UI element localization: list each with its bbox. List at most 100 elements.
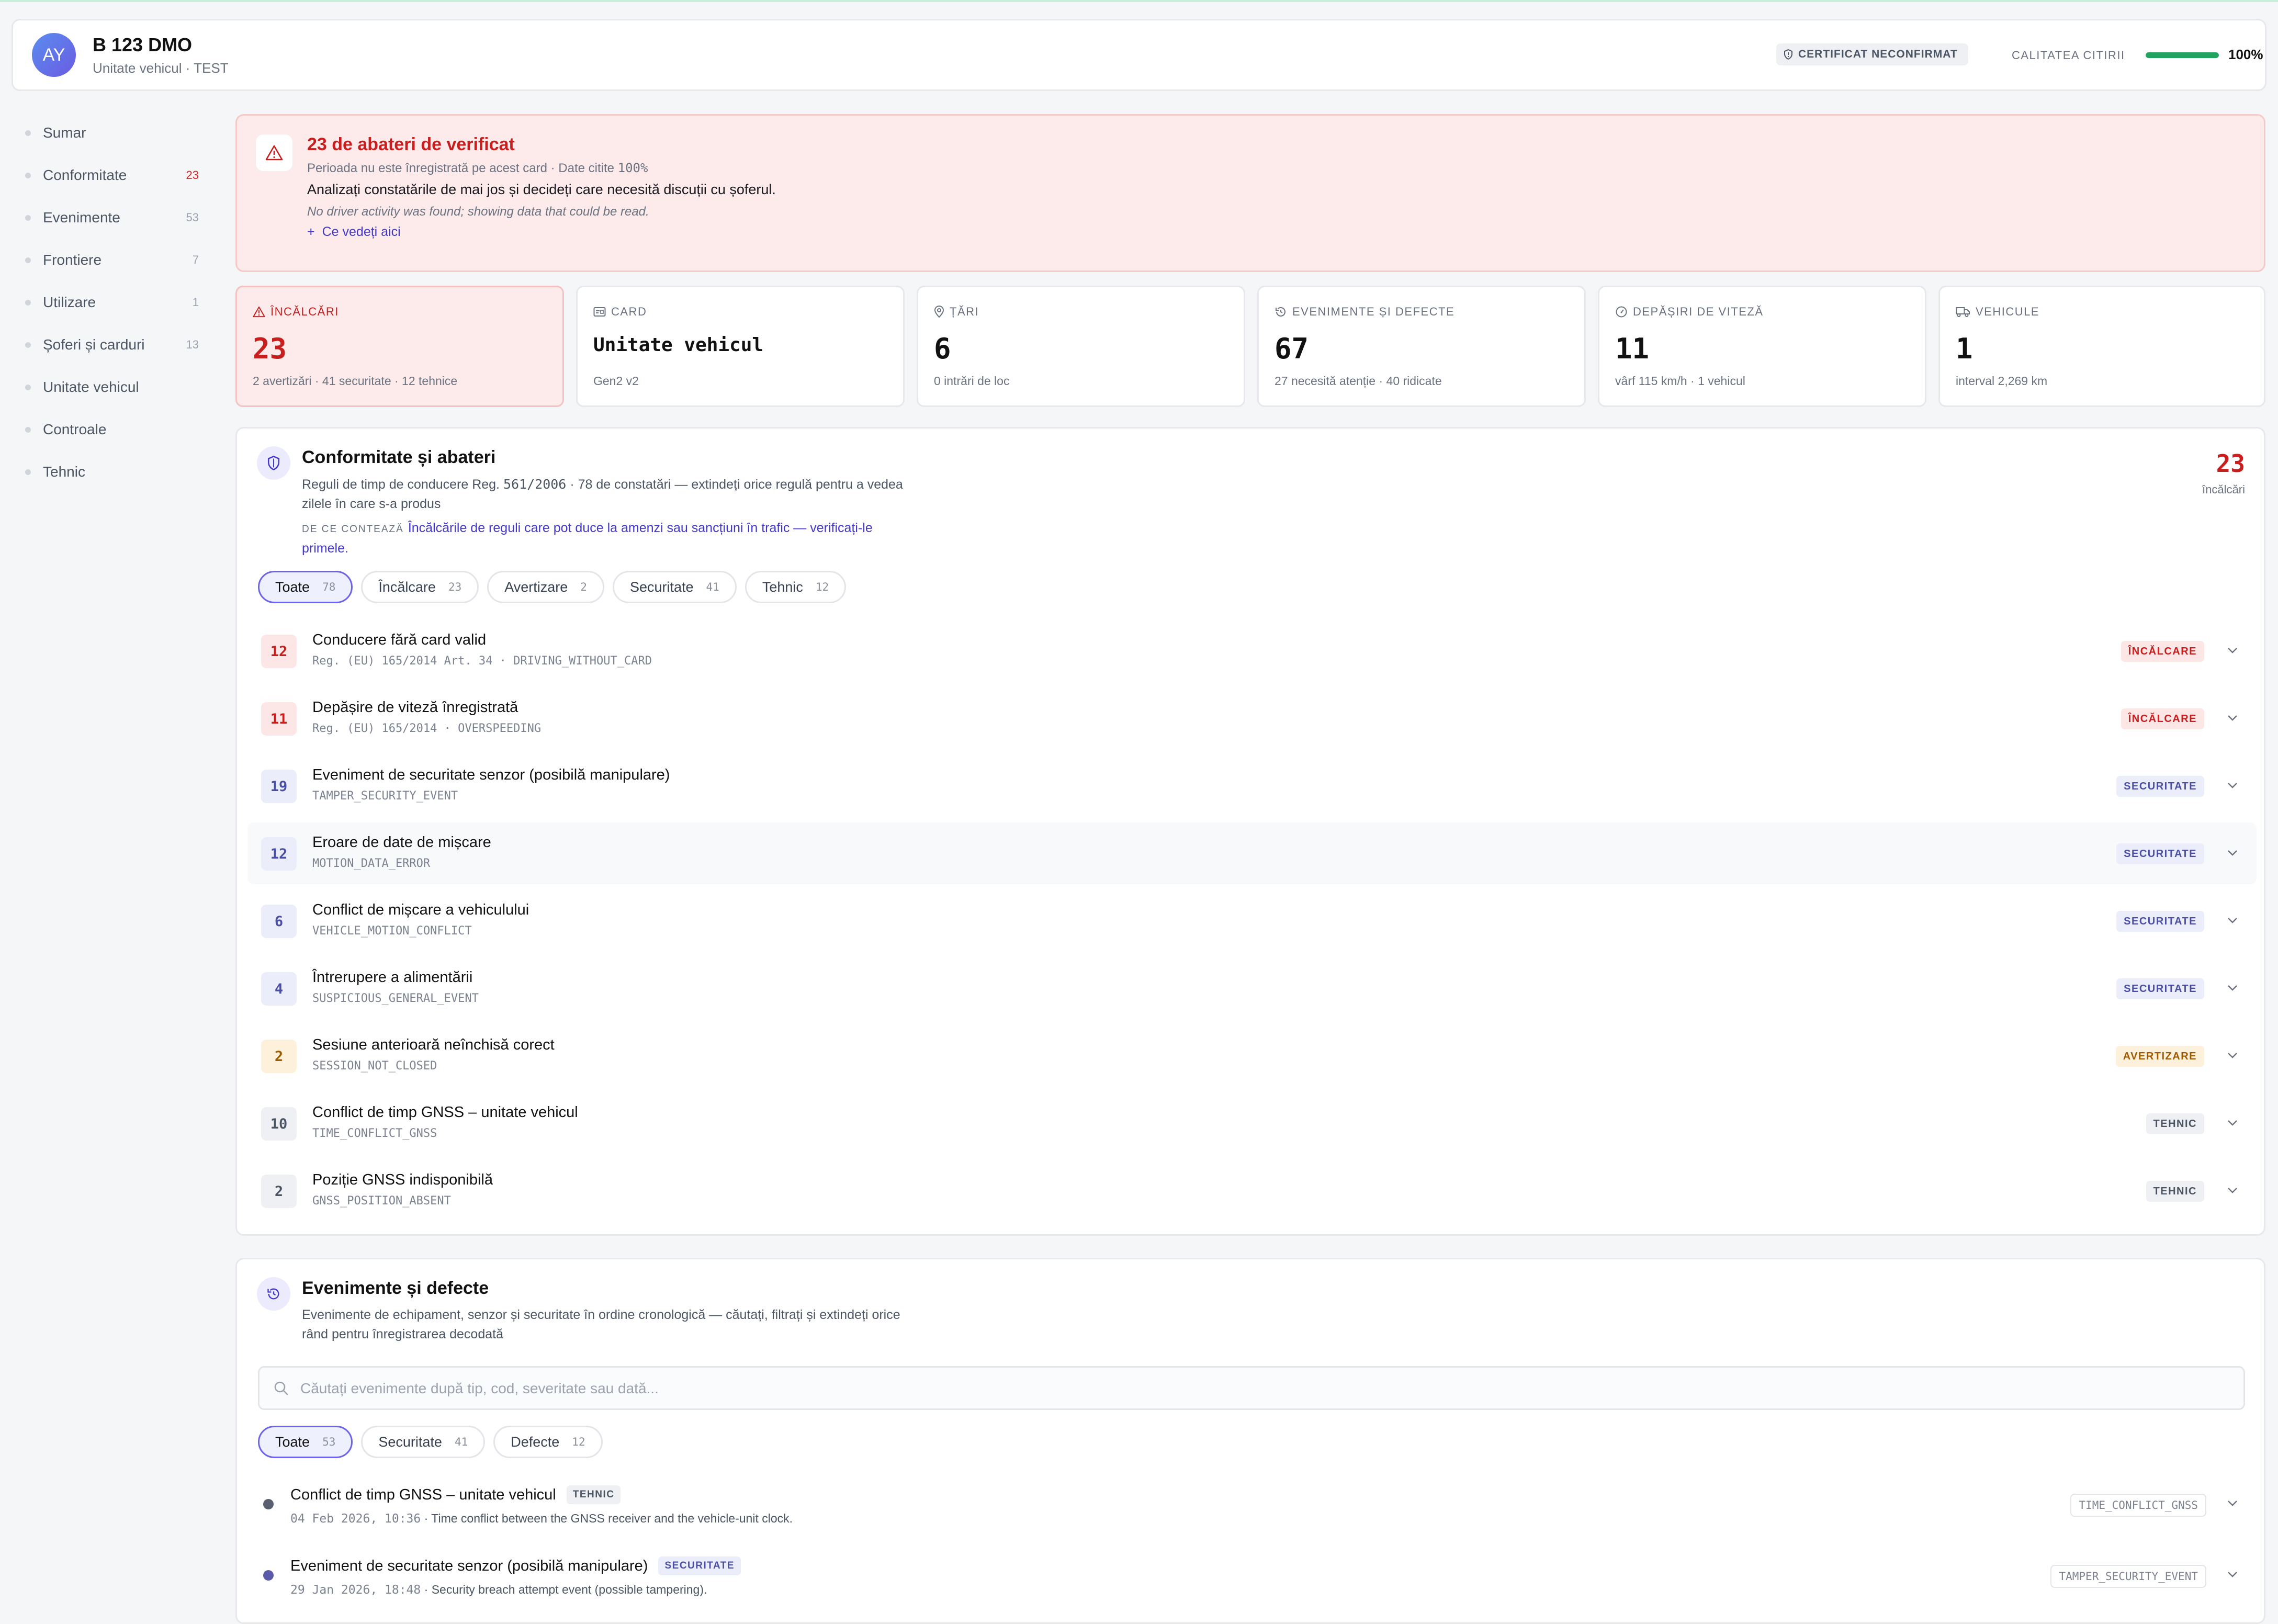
rule-row[interactable]: 12 Conducere fără card valid Reg. (EU) 1…	[247, 620, 2257, 682]
rule-count: 10	[261, 1107, 297, 1141]
truck-icon	[1956, 307, 1970, 317]
filter-tehnic[interactable]: Tehnic 12	[745, 571, 847, 603]
filter-toate[interactable]: Toate 78	[258, 571, 353, 603]
sidebar-item-label: Utilizare	[43, 294, 96, 310]
rule-row[interactable]: 10 Conflict de timp GNSS – unitate vehic…	[247, 1092, 2257, 1154]
stat-label-text: Depășiri de viteză	[1633, 305, 1764, 318]
sidebar-item-sumar[interactable]: Sumar	[13, 114, 211, 152]
page-subtitle: Unitate vehicul · TEST	[93, 60, 229, 76]
chevron-down-icon[interactable]	[2224, 1568, 2241, 1581]
alert-read-percent: 100%	[617, 161, 648, 175]
chevron-down-icon[interactable]	[2224, 847, 2241, 859]
chevron-down-icon[interactable]	[2224, 914, 2241, 927]
sidebar-item-label: Șoferi și carduri	[43, 336, 145, 353]
sidebar-item-utilizare[interactable]: Utilizare 1	[13, 284, 211, 321]
compliance-panel: Conformitate și abateri Reguli de timp d…	[235, 427, 2265, 1236]
rule-severity-badge: ÎNCĂLCARE	[2121, 708, 2204, 729]
stat-card-events[interactable]: Evenimente și defecte 67 27 necesită ate…	[1257, 286, 1586, 407]
event-description: Time conflict between the GNSS receiver …	[431, 1512, 793, 1525]
shield-icon	[1784, 49, 1792, 60]
stat-card-violations[interactable]: Încălcări 23 2 avertizări · 41 securitat…	[235, 286, 564, 407]
chevron-down-icon[interactable]	[2224, 982, 2241, 994]
sidebar-item-tehnic[interactable]: Tehnic	[13, 453, 211, 491]
event-meta: 04 Feb 2026, 10:36 · Time conflict betwe…	[290, 1512, 793, 1526]
stat-label-text: Țări	[950, 305, 979, 318]
chevron-down-icon[interactable]	[2224, 1497, 2241, 1509]
filter-securitate[interactable]: Securitate 41	[361, 1426, 486, 1458]
filter-incalcare[interactable]: Încălcare 23	[361, 571, 479, 603]
alert-icon-box	[256, 134, 292, 171]
avatar: AY	[32, 33, 76, 77]
nav-dot	[25, 173, 31, 178]
nav-dot	[25, 385, 31, 390]
alert-title: 23 de abateri de verificat	[307, 134, 515, 154]
rule-severity-badge: AVERTIZARE	[2115, 1046, 2204, 1067]
chevron-down-icon[interactable]	[2224, 644, 2241, 657]
compliance-desc-text: Reguli de timp de conducere Reg.	[302, 477, 503, 492]
chevron-down-icon[interactable]	[2224, 1184, 2241, 1197]
alert-body: Analizați constatările de mai jos și dec…	[307, 182, 776, 197]
read-quality-bar	[2146, 52, 2219, 58]
stat-sub: 2 avertizări · 41 securitate · 12 tehnic…	[253, 374, 458, 388]
rule-title: Conducere fără card valid	[312, 631, 487, 648]
violations-count: 23	[2216, 449, 2245, 478]
what-you-see-link[interactable]: + Ce vedeți aici	[307, 224, 401, 240]
rule-row[interactable]: 2 Sesiune anterioară neînchisă corect SE…	[247, 1025, 2257, 1087]
sidebar-item-soferi-carduri[interactable]: Șoferi și carduri 13	[13, 326, 211, 364]
page-title: B 123 DMO	[93, 34, 193, 55]
chevron-down-icon[interactable]	[2224, 779, 2241, 792]
chip-label: Avertizare	[504, 579, 568, 595]
events-filters: Toate 53 Securitate 41 Defecte 12	[258, 1426, 603, 1458]
event-meta: 29 Jan 2026, 18:48 · Security breach att…	[290, 1583, 707, 1597]
stat-card-vehicles[interactable]: Vehicule 1 interval 2,269 km	[1938, 286, 2265, 407]
regulation-number: 561/2006	[503, 477, 567, 492]
rule-row[interactable]: 11 Depășire de viteză înregistrată Reg. …	[247, 687, 2257, 749]
sidebar-item-label: Tehnic	[43, 464, 85, 480]
sidebar-item-conformitate[interactable]: Conformitate 23	[13, 156, 211, 194]
sidebar-item-frontiere[interactable]: Frontiere 7	[13, 241, 211, 279]
event-row[interactable]: Conflict de timp GNSS – unitate vehicul T…	[247, 1473, 2257, 1541]
rule-row[interactable]: 6 Conflict de mișcare a vehiculului VEHI…	[247, 890, 2257, 952]
stat-card-card[interactable]: Card Unitate vehicul Gen2 v2	[576, 286, 905, 407]
sidebar-item-controale[interactable]: Controale	[13, 411, 211, 448]
chevron-down-icon[interactable]	[2224, 1116, 2241, 1129]
chip-label: Securitate	[378, 1434, 442, 1450]
event-title: Conflict de timp GNSS – unitate vehicul T…	[290, 1485, 621, 1504]
events-search-input[interactable]	[299, 1368, 2227, 1409]
rule-severity-badge: SECURITATE	[2116, 843, 2204, 864]
rule-code: SESSION_NOT_CLOSED	[312, 1059, 437, 1073]
chevron-down-icon[interactable]	[2224, 712, 2241, 724]
nav-dot	[25, 130, 31, 136]
stat-card-countries[interactable]: Țări 6 0 intrări de loc	[917, 286, 1245, 407]
rule-row[interactable]: 19 Eveniment de securitate senzor (posib…	[247, 755, 2257, 817]
stat-sub: 27 necesită atenție · 40 ridicate	[1275, 374, 1442, 388]
sidebar-item-label: Frontiere	[43, 252, 102, 268]
event-date: 29 Jan 2026, 18:48	[290, 1583, 421, 1597]
card-icon	[593, 307, 606, 317]
sidebar-nav: Sumar Conformitate 23 Evenimente 53 Fronti…	[13, 114, 211, 495]
nav-dot	[25, 300, 31, 306]
rule-code: TIME_CONFLICT_GNSS	[312, 1127, 437, 1140]
certificate-status-badge: CERTIFICAT NECONFIRMAT	[1776, 43, 1968, 65]
sidebar-item-evenimente[interactable]: Evenimente 53	[13, 199, 211, 236]
event-row[interactable]: Eveniment de securitate senzor (posibilă…	[247, 1544, 2257, 1612]
filter-securitate[interactable]: Securitate 41	[612, 571, 737, 603]
filter-defecte[interactable]: Defecte 12	[493, 1426, 603, 1458]
rule-title: Depășire de viteză înregistrată	[312, 699, 518, 716]
rule-row[interactable]: 4 Întrerupere a alimentării SUSPICIOUS_G…	[247, 957, 2257, 1019]
filter-avertizare[interactable]: Avertizare 2	[487, 571, 604, 603]
chevron-down-icon[interactable]	[2224, 1049, 2241, 1062]
filter-toate[interactable]: Toate 53	[258, 1426, 353, 1458]
sidebar-item-unitate-vehicul[interactable]: Unitate vehicul	[13, 368, 211, 406]
sidebar-item-label: Unitate vehicul	[43, 379, 139, 395]
rule-count: 2	[261, 1040, 297, 1073]
rule-row[interactable]: 12 Eroare de date de mișcare MOTION_DATA…	[247, 822, 2257, 884]
rule-count: 12	[261, 635, 297, 668]
alert-subtitle-text: Perioada nu este înregistrată pe acest c…	[307, 161, 618, 175]
history-icon	[1276, 307, 1285, 317]
rule-code: Reg. (EU) 165/2014 · OVERSPEEDING	[312, 722, 542, 735]
plus-icon: +	[307, 224, 315, 239]
rule-row[interactable]: 2 Poziție GNSS indisponibilă GNSS_POSITI…	[247, 1160, 2257, 1222]
sidebar-item-label: Evenimente	[43, 209, 120, 225]
stat-card-speeding[interactable]: Depășiri de viteză 11 vârf 115 km/h · 1 …	[1598, 286, 1926, 407]
